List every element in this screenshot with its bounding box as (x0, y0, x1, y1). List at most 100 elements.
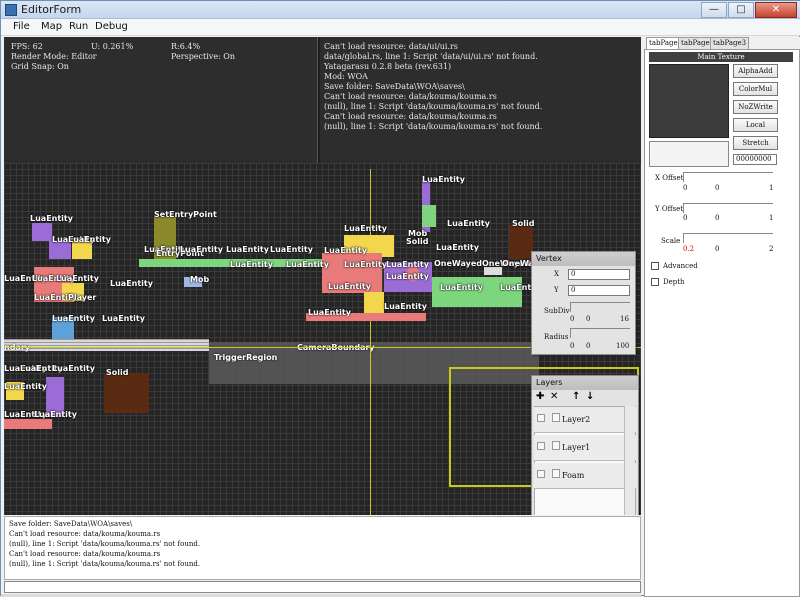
y-offset-value: 0 (715, 214, 720, 222)
vertex-panel-title[interactable]: Vertex (532, 252, 635, 266)
menu-debug[interactable]: Debug (95, 21, 128, 32)
color-mul-button[interactable]: ColorMul (733, 82, 778, 96)
x-offset-value: 0 (715, 184, 720, 192)
lua-entity-label: LuaEntity (102, 314, 145, 323)
vertex-y-input[interactable]: 0 (568, 285, 630, 296)
log-line: Save folder: SaveData\WOA\saves\ (324, 82, 465, 91)
radius-label: Radius (544, 333, 569, 341)
x-offset-slider[interactable] (683, 172, 773, 182)
stretch-button[interactable]: Stretch (733, 136, 778, 150)
tab-page3[interactable]: tabPage3 (710, 37, 750, 49)
radius-slider[interactable] (570, 328, 630, 338)
vertex-x-input[interactable]: 0 (568, 269, 630, 280)
layer-row[interactable]: Layer1 (534, 435, 636, 461)
lua-entity-label: LuaEntity (384, 302, 427, 311)
advanced-checkbox[interactable] (651, 262, 659, 270)
menu-file[interactable]: File (13, 21, 30, 32)
menu-map[interactable]: Map (41, 21, 62, 32)
move-layer-down-icon[interactable]: ↓ (586, 391, 594, 402)
fps-text: FPS: 62 (11, 42, 43, 51)
lua-entity-label: LuaEntity (226, 245, 269, 254)
lua-entity-label: LuaEntity (30, 214, 73, 223)
grid-snap-text: Grid Snap: On (11, 62, 69, 71)
layers-panel-title[interactable]: Layers (532, 376, 638, 390)
log-line: data/global.rs, line 1: Script 'data/ui/… (324, 52, 538, 61)
visibility-toggle-icon[interactable] (537, 442, 545, 450)
log-line: (null), line 1: Script 'data/kouma/kouma… (324, 122, 543, 131)
depth-checkbox[interactable] (651, 278, 659, 286)
log-line: Can't load resource: data/ui/ui.rs (324, 42, 458, 51)
lua-entity-label: LuaEntity (422, 175, 465, 184)
lua-entity-label: LuaEntity (56, 274, 99, 283)
vertex-x-label: X (554, 270, 559, 278)
lua-entity-label: LuaEntity (52, 364, 95, 373)
add-layer-icon[interactable]: ✚ (536, 391, 544, 402)
lock-icon[interactable] (552, 441, 560, 450)
viewport-log-overlay: Can't load resource: data/ui/ui.rs data/… (320, 37, 641, 163)
layer-row[interactable]: Foam (534, 463, 636, 489)
lock-icon[interactable] (552, 469, 560, 478)
move-layer-up-icon[interactable]: ↑ (572, 391, 580, 402)
color-swatch[interactable] (649, 141, 729, 167)
layer-row[interactable]: Layer2 (534, 407, 636, 433)
lua-entity-block[interactable] (32, 223, 52, 241)
console-line: Save folder: SaveData\WOA\saves\ (9, 520, 133, 528)
vertex-panel: Vertex X 0 Y 0 SubDiv 0 0 16 Radius 0 0 … (531, 251, 636, 355)
boundary-platform[interactable] (4, 339, 209, 351)
depth-label: Depth (663, 278, 685, 286)
lua-entity-label: LuaEntity (230, 260, 273, 269)
console-line: (null), line 1: Script 'data/kouma/kouma… (9, 540, 201, 548)
lua-entity-label: LuaEntity (4, 382, 47, 391)
remove-layer-icon[interactable]: ✕ (550, 391, 558, 402)
log-line: Yatagarasu 0.2.8 beta (rev.631) (324, 62, 452, 71)
color-value-input[interactable]: 00000000 (733, 154, 777, 165)
layer-name: Layer2 (562, 415, 591, 424)
log-line: Can't load resource: data/kouma/kouma.rs (324, 92, 497, 101)
layer-name: Foam (562, 471, 585, 480)
lua-entity-label: LuaEntity (324, 246, 367, 255)
subdiv-slider[interactable] (570, 302, 630, 312)
lua-entity-label: LuaEntity (34, 410, 77, 419)
scale-slider[interactable] (683, 233, 773, 243)
console-line: (null), line 1: Script 'data/kouma/kouma… (9, 560, 201, 568)
advanced-label: Advanced (663, 262, 698, 270)
maximize-button[interactable]: □ (728, 2, 754, 18)
scene-viewport[interactable]: FPS: 62 U: 0.261% R:6.4% Render Mode: Ed… (4, 37, 641, 515)
visibility-toggle-icon[interactable] (537, 414, 545, 422)
title-bar[interactable]: EditorForm — □ ✕ (1, 1, 800, 19)
local-button[interactable]: Local (733, 118, 778, 132)
solid-block[interactable] (104, 373, 149, 413)
console-line: Can't load resource: data/kouma/kouma.rs (9, 530, 161, 538)
trigger-region-label: TriggerRegion (214, 353, 278, 362)
mob-label: Mob (190, 275, 210, 284)
r-text: R:6.4% (171, 42, 201, 51)
lua-entity-block[interactable] (4, 419, 52, 429)
visibility-toggle-icon[interactable] (537, 470, 545, 478)
console-log[interactable]: Save folder: SaveData\WOA\saves\ Can't l… (4, 516, 641, 580)
close-button[interactable]: ✕ (755, 2, 797, 18)
texture-preview[interactable] (649, 64, 729, 138)
minimize-button[interactable]: — (701, 2, 727, 18)
menu-run[interactable]: Run (69, 21, 88, 32)
lock-icon[interactable] (552, 413, 560, 422)
lua-entity-label: LuaEntity (436, 243, 479, 252)
no-z-write-button[interactable]: NoZWrite (733, 100, 778, 114)
tab-page1-body: Main Texture AlphaAdd ColorMul NoZWrite … (644, 49, 800, 597)
lua-entity-block[interactable] (422, 205, 436, 227)
subdiv-value: 0 (586, 315, 591, 323)
subdiv-min: 0 (570, 315, 575, 323)
lua-entity-label: LuaEntity (52, 314, 95, 323)
x-offset-min: 0 (683, 184, 688, 192)
lua-entity-block[interactable] (432, 277, 522, 307)
alpha-add-button[interactable]: AlphaAdd (733, 64, 778, 78)
stats-overlay: FPS: 62 U: 0.261% R:6.4% Render Mode: Ed… (4, 37, 318, 163)
one-way-block[interactable] (484, 267, 502, 275)
layers-scrollbar[interactable] (624, 406, 635, 515)
y-offset-slider[interactable] (683, 203, 773, 213)
camera-line-vertical (370, 169, 371, 515)
scale-label: Scale (661, 237, 681, 245)
solid-block[interactable] (509, 225, 533, 259)
command-input[interactable] (4, 581, 641, 593)
vertex-y-label: Y (554, 286, 559, 294)
perspective-text: Perspective: On (171, 52, 235, 61)
